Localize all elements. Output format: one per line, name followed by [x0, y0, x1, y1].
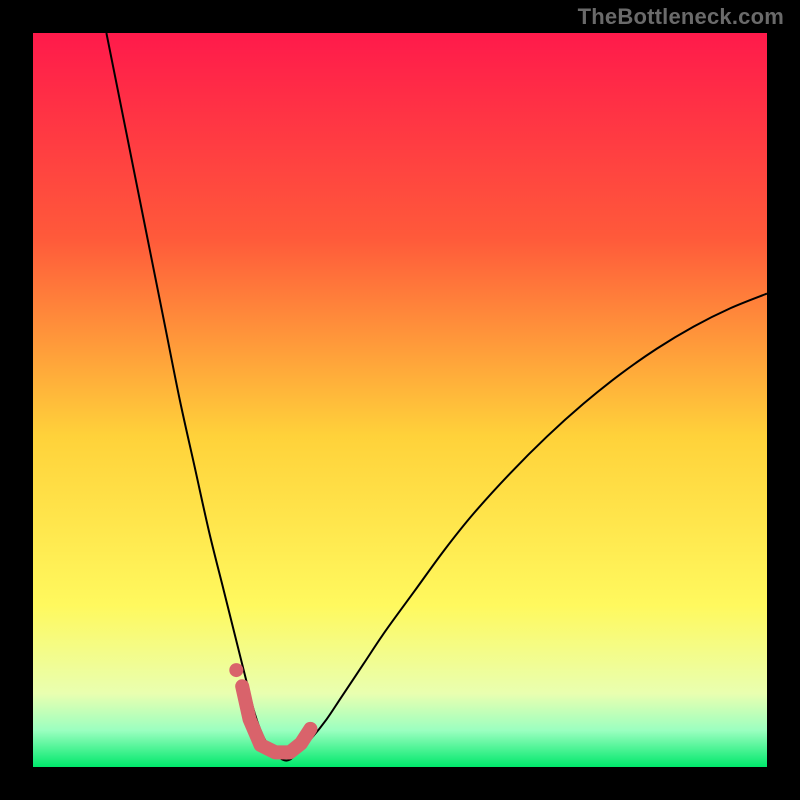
- chart-background: [33, 33, 767, 767]
- bottleneck-chart: [0, 0, 800, 800]
- chart-frame: TheBottleneck.com: [0, 0, 800, 800]
- watermark-text: TheBottleneck.com: [578, 4, 784, 30]
- optimal-range-dot: [229, 663, 243, 677]
